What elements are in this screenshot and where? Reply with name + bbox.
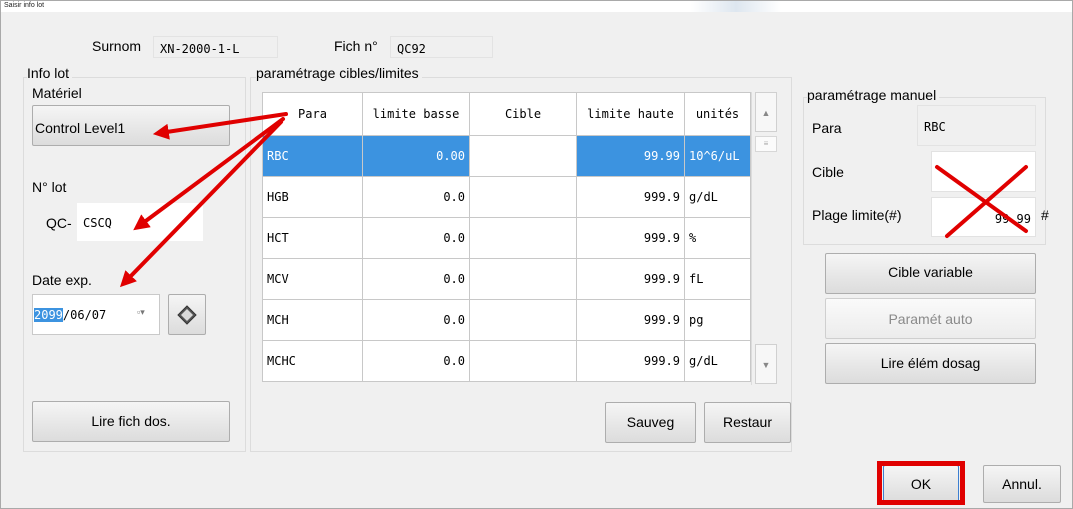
lot-prefix: QC- [46, 215, 72, 231]
surnom-label: Surnom [92, 38, 142, 54]
table-row[interactable]: HGB 0.0 999.9 g/dL [262, 176, 751, 218]
materiel-label: Matériel [32, 85, 82, 101]
lot-label: N° lot [32, 179, 67, 195]
manual-target-label: Cible [812, 164, 844, 180]
scroll-thumb[interactable]: ≡ [755, 136, 777, 152]
manual-target-input[interactable] [931, 151, 1036, 192]
scroll-down-icon[interactable]: ▼ [755, 344, 777, 384]
col-unit[interactable]: unités [684, 92, 751, 136]
qc-lot-dialog: Saisir info lot Surnom XN-2000-1-L Fich … [0, 0, 1073, 509]
lot-input[interactable]: CSCQ [77, 203, 203, 241]
window-title: Saisir info lot [4, 2, 45, 9]
eraser-icon [177, 305, 197, 325]
table-row[interactable]: MCV 0.0 999.9 fL [262, 258, 751, 300]
save-button[interactable]: Sauveg [605, 402, 696, 443]
col-low[interactable]: limite basse [362, 92, 470, 136]
materiel-dropdown[interactable]: Control Level1 [32, 105, 230, 146]
params-table: Para limite basse Cible limite haute uni… [262, 92, 751, 382]
table-scrollbar[interactable]: ▲ ≡ ▼ [751, 92, 779, 385]
title-bar: Saisir info lot [1, 1, 1072, 12]
calendar-dropdown-icon[interactable]: ▫▾ [137, 307, 145, 318]
fich-label: Fich n° [334, 38, 378, 54]
table-row[interactable]: HCT 0.0 999.9 % [262, 217, 751, 259]
manual-para-field: RBC [917, 105, 1036, 146]
table-header: Para limite basse Cible limite haute uni… [262, 92, 751, 136]
manual-range-unit: # [1041, 207, 1049, 223]
surnom-field: XN-2000-1-L [153, 36, 278, 58]
read-file-button[interactable]: Lire fich dos. [32, 401, 230, 442]
table-row[interactable]: MCHC 0.0 999.9 g/dL [262, 340, 751, 382]
col-target[interactable]: Cible [469, 92, 577, 136]
date-rest: /06/07 [62, 308, 107, 322]
scroll-up-icon[interactable]: ▲ [755, 92, 777, 132]
fich-field: QC92 [390, 36, 493, 58]
titlebar-blur [691, 1, 781, 12]
read-items-button[interactable]: Lire élém dosag [825, 343, 1036, 384]
eraser-button[interactable] [168, 294, 206, 335]
col-high[interactable]: limite haute [576, 92, 685, 136]
table-row[interactable]: MCH 0.0 999.9 pg [262, 299, 751, 341]
table-row[interactable]: RBC 0.00 99.99 10^6/uL [262, 135, 751, 177]
manual-range-label: Plage limite(#) [812, 207, 902, 223]
manual-range-input[interactable]: 99.99 [931, 197, 1036, 237]
info-lot-label: Info lot [27, 65, 73, 81]
date-picker[interactable]: 2099/06/07 ▫▾ [32, 294, 160, 335]
cancel-button[interactable]: Annul. [983, 465, 1061, 503]
auto-param-button: Paramét auto [825, 298, 1036, 339]
manual-para-label: Para [812, 120, 842, 136]
restore-button[interactable]: Restaur [704, 402, 791, 443]
date-year-selected: 2099 [34, 308, 63, 322]
ok-highlight-frame [877, 461, 965, 505]
date-label: Date exp. [32, 272, 92, 288]
manual-group-label: paramétrage manuel [807, 87, 940, 103]
params-group-label: paramétrage cibles/limites [256, 65, 422, 81]
col-para[interactable]: Para [262, 92, 363, 136]
variable-target-button[interactable]: Cible variable [825, 253, 1036, 294]
